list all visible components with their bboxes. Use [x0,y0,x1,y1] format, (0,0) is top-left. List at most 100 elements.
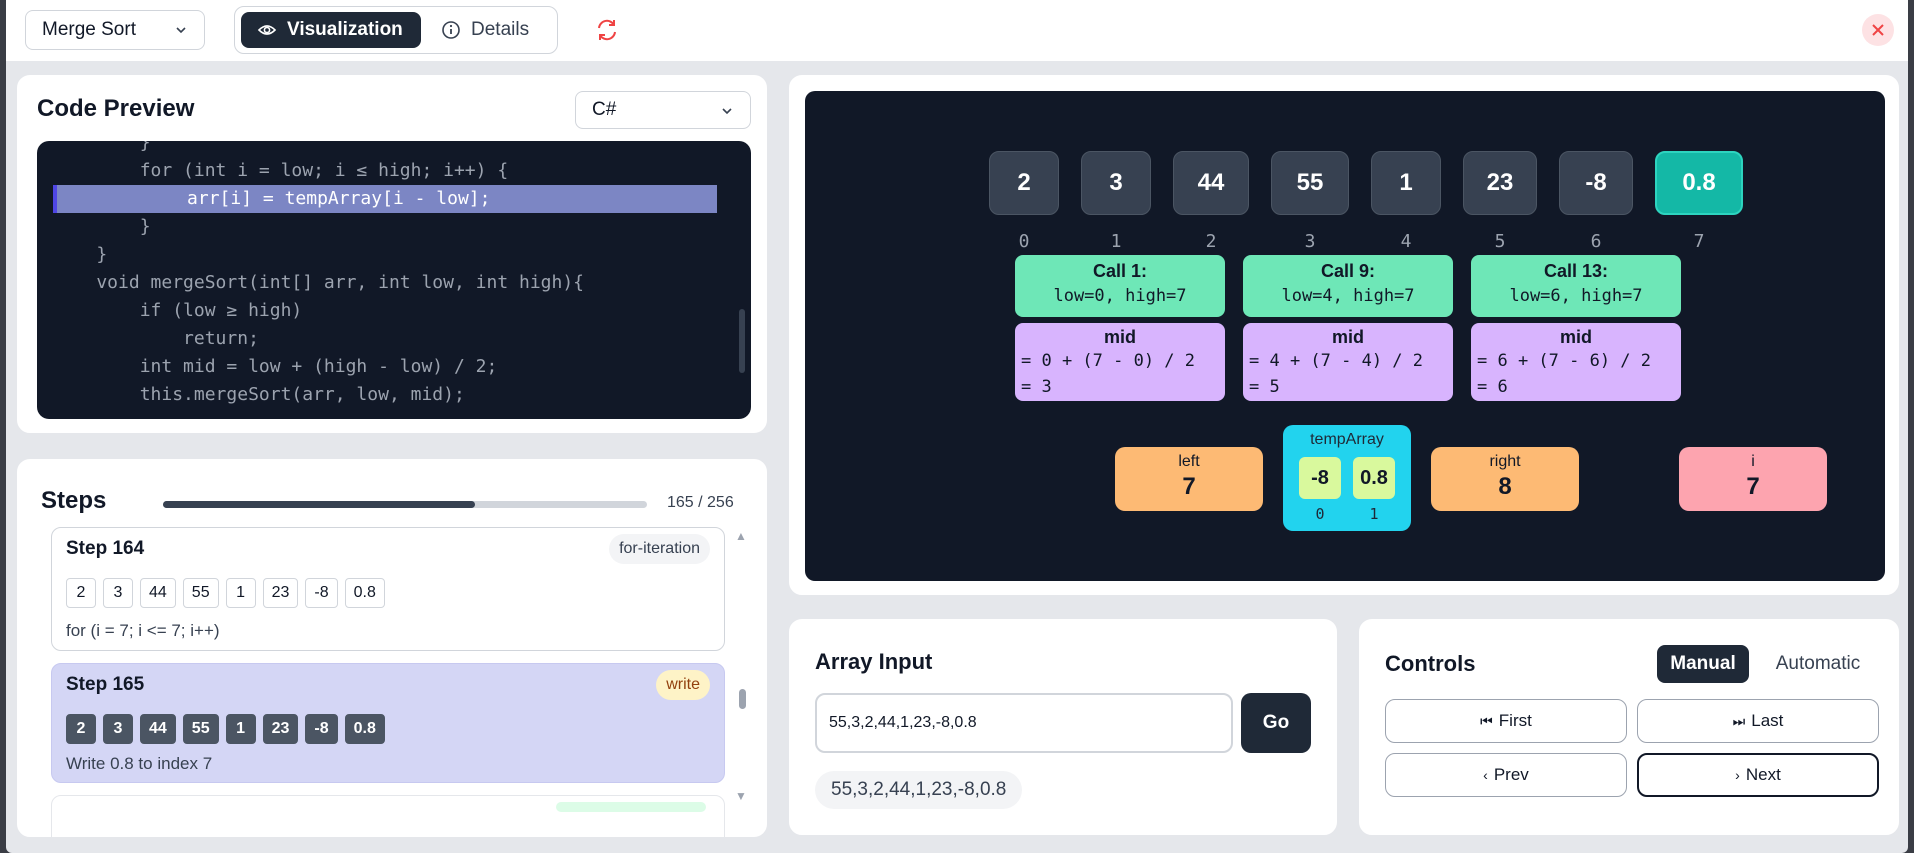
array-input-card: Array Input Go 55,3,2,44,1,23,-8,0.8 [788,618,1338,836]
mid-formula: = 0 + (7 - 0) / 2 [1021,351,1195,371]
first-button[interactable]: ⏮ First [1385,699,1627,743]
code-line: } [53,216,151,237]
step-array-value: 44 [140,714,176,744]
mid-formula: = 4 + (7 - 4) / 2 [1249,351,1423,371]
algorithm-select-value: Merge Sort [42,19,136,40]
prev-button-label: Prev [1493,765,1529,784]
step-badge: write [656,670,710,700]
array-cell: 3 [1081,151,1151,215]
tab-details[interactable]: Details [425,12,553,48]
steps-scrollbar-thumb[interactable] [739,689,746,709]
mode-automatic-button[interactable]: Automatic [1753,645,1883,683]
step-title: Step 165 [66,674,145,695]
mid-title: mid [1559,327,1592,347]
variable-value: 8 [1498,473,1512,500]
code-scrollbar[interactable] [739,309,745,373]
algorithm-select[interactable]: Merge Sort [25,10,205,50]
call-title: Call 13: [1543,261,1609,281]
mode-toggle: Manual Automatic [1657,645,1883,683]
close-button[interactable] [1862,14,1894,46]
step-array-value: 3 [103,578,133,608]
code-line: for (int i = low; i ≤ high; i++) { [53,160,509,181]
controls-card: Controls Manual Automatic ⏮ First ⏭ Last… [1358,618,1900,836]
call-frame: Call 9: low=4, high=7 [1243,255,1453,317]
step-array-value: 0.8 [344,578,385,608]
mode-manual-button[interactable]: Manual [1657,645,1749,683]
step-array-value: 55 [182,578,219,608]
prev-button[interactable]: ‹ Prev [1385,753,1627,797]
variable-i: i 7 [1679,447,1827,511]
top-bar: Merge Sort Visualization Details [6,0,1908,62]
skip-forward-icon: ⏭ [1732,712,1746,729]
step-array-value: 2 [66,578,96,608]
code-viewer[interactable]: } for (int i = low; i ≤ high; i++) { arr… [37,141,751,419]
step-item[interactable] [51,795,725,837]
step-array-value: 0.8 [344,714,385,744]
array-cell: 55 [1271,151,1349,215]
scroll-up-icon[interactable]: ▲ [735,529,747,543]
variable-name: i [1751,453,1755,470]
mid-title: mid [1103,327,1136,347]
array-input-title: Array Input [815,649,933,674]
go-button[interactable]: Go [1241,693,1311,753]
array-cell: 1 [1371,151,1441,215]
step-item-active[interactable]: Step 165 write 2 3 44 55 1 23 -8 0.8 Wri… [51,663,725,783]
mid-title: mid [1331,327,1364,347]
step-badge [556,802,706,812]
temp-array-index: 1 [1369,505,1379,523]
scroll-down-icon[interactable]: ▼ [735,789,747,803]
code-line-highlighted: arr[i] = tempArray[i - low]; [53,185,717,213]
mid-calc: mid = 0 + (7 - 0) / 2 = 3 [1015,323,1225,401]
array-index: 4 [1400,231,1412,252]
info-icon [442,21,460,39]
chevron-down-icon [722,108,732,115]
code-line: return; [53,328,259,349]
array-index: 5 [1494,231,1506,252]
visualization-canvas: 2 3 44 55 1 23 -8 0.8 0 1 2 3 4 5 6 7 Ca… [805,91,1885,581]
step-description: for (i = 7; i <= 7; i++) [66,621,220,640]
close-icon [1872,24,1884,36]
call-range: low=0, high=7 [1053,286,1187,306]
array-cell: 23 [1463,151,1537,215]
view-toggle: Visualization Details [234,6,558,54]
language-select-value: C# [592,99,617,120]
call-frame: Call 1: low=0, high=7 [1015,255,1225,317]
array-index: 2 [1205,231,1217,252]
language-select[interactable]: C# [575,91,751,129]
temp-array-cell: 0.8 [1353,457,1395,499]
first-button-label: First [1498,711,1532,730]
step-array: 2 3 44 55 1 23 -8 0.8 [66,714,385,744]
code-line: } [53,244,108,265]
array-input-field[interactable] [815,693,1233,753]
step-title: Step 164 [66,538,145,559]
next-button[interactable]: › Next [1637,753,1879,797]
tab-visualization[interactable]: Visualization [241,12,421,48]
step-array-value: 1 [225,578,256,608]
array-index: 0 [1018,231,1030,252]
mid-calc: mid = 6 + (7 - 6) / 2 = 6 [1471,323,1681,401]
array-cell-highlighted: 0.8 [1655,151,1743,215]
step-array-value: 23 [262,578,299,608]
temp-array: tempArray -8 0.8 0 1 [1283,425,1411,531]
current-array-chip: 55,3,2,44,1,23,-8,0.8 [815,771,1023,809]
refresh-icon[interactable] [594,17,620,43]
call-range: low=4, high=7 [1281,286,1415,306]
step-array-value: -8 [305,714,338,744]
temp-array-cell: -8 [1299,457,1341,499]
mid-calc: mid = 4 + (7 - 4) / 2 = 5 [1243,323,1453,401]
visualization-card: 2 3 44 55 1 23 -8 0.8 0 1 2 3 4 5 6 7 Ca… [788,74,1900,596]
code-preview-title: Code Preview [37,95,195,122]
mid-result: = 3 [1021,377,1052,397]
chevron-left-icon: ‹ [1483,767,1488,783]
code-line: void mergeSort(int[] arr, int low, int h… [53,272,585,293]
code-line: int mid = low + (high - low) / 2; [53,356,498,377]
last-button[interactable]: ⏭ Last [1637,699,1879,743]
step-array-value: 44 [140,578,176,608]
call-title: Call 1: [1092,261,1148,281]
step-item[interactable]: Step 164 for-iteration 2 3 44 55 1 23 -8… [51,527,725,651]
mid-formula: = 6 + (7 - 6) / 2 [1477,351,1651,371]
array-index: 1 [1110,231,1122,252]
step-array-value: 55 [182,714,219,744]
next-button-label: Next [1745,765,1781,784]
call-title: Call 9: [1320,261,1376,281]
